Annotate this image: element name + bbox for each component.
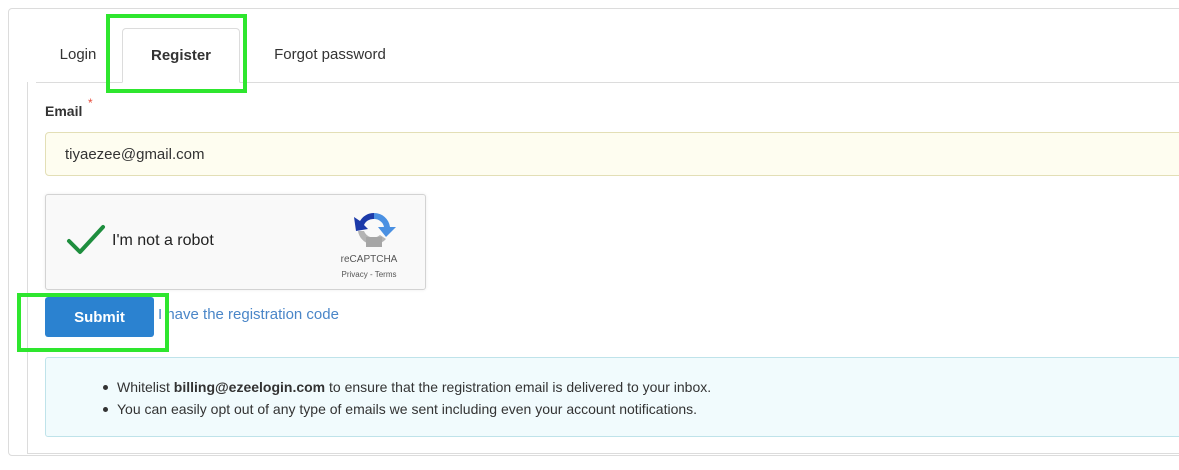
recaptcha-label: I'm not a robot (112, 232, 214, 249)
tab-register[interactable]: Register (122, 28, 240, 83)
tab-login[interactable]: Login (36, 28, 120, 82)
info-item-whitelist: Whitelist billing@ezeelogin.com to ensur… (103, 376, 711, 398)
info-notice: Whitelist billing@ezeelogin.com to ensur… (45, 357, 1179, 437)
email-label: Email (45, 103, 83, 119)
email-input[interactable] (45, 132, 1179, 176)
recaptcha-logo-icon (354, 212, 396, 247)
recaptcha-brand: reCAPTCHA (340, 254, 398, 265)
registration-code-link[interactable]: I have the registration code (158, 306, 339, 323)
required-asterisk: * (88, 96, 93, 110)
recaptcha-privacy-link[interactable]: Privacy (342, 270, 368, 279)
recaptcha-terms-link[interactable]: Terms (375, 270, 397, 279)
auth-tabs: Login Register Forgot password (36, 28, 1179, 83)
info-item-whitelist-prefix: Whitelist (117, 379, 174, 395)
info-list: Whitelist billing@ezeelogin.com to ensur… (103, 376, 711, 420)
info-item-opt-out: You can easily opt out of any type of em… (103, 398, 711, 420)
recaptcha-widget: I'm not a robot reCAPTCHA Privacy - Term… (45, 194, 426, 290)
info-item-whitelist-suffix: to ensure that the registration email is… (325, 379, 712, 395)
billing-email: billing@ezeelogin.com (173, 379, 326, 395)
tab-forgot-password[interactable]: Forgot password (250, 28, 410, 82)
recaptcha-links: Privacy - Terms (326, 270, 412, 279)
submit-button[interactable]: Submit (45, 297, 154, 337)
page: Login Register Forgot password Email * I… (0, 0, 1179, 470)
checkmark-icon[interactable] (66, 223, 106, 257)
recaptcha-link-separator: - (367, 270, 375, 279)
